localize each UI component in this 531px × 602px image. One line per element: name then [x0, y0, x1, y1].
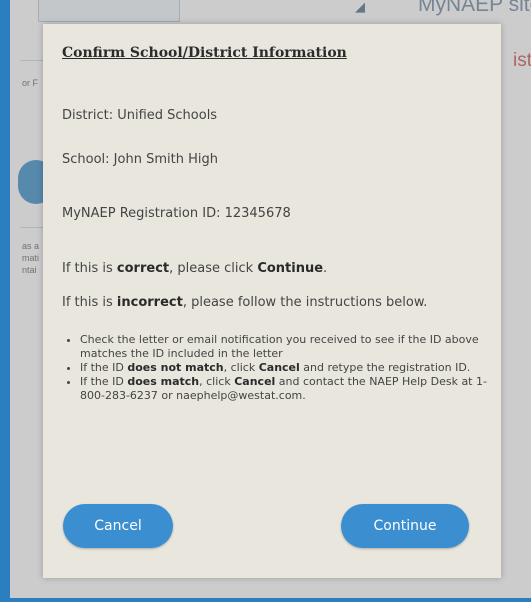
text-fragment: , click: [223, 361, 259, 374]
text-fragment: If the ID: [80, 361, 128, 374]
registration-id-text: MyNAEP Registration ID: 12345678: [62, 206, 291, 221]
correct-instruction: If this is correct, please click Continu…: [62, 261, 327, 276]
text-emphasis: does not match: [127, 361, 224, 374]
text-emphasis: incorrect: [116, 295, 183, 310]
text-fragment: Check the letter or email notification y…: [80, 333, 479, 360]
text-emphasis: Cancel: [234, 375, 276, 388]
text-fragment: If the ID: [80, 375, 128, 388]
cancel-button[interactable]: Cancel: [63, 504, 173, 548]
text-fragment: , please click: [169, 261, 258, 276]
text-fragment: If this is: [62, 295, 117, 310]
continue-button[interactable]: Continue: [341, 504, 469, 548]
dialog-title: Confirm School/District Information: [62, 45, 347, 61]
school-text: School: John Smith High: [62, 152, 218, 167]
text-emphasis: Continue: [257, 261, 324, 276]
text-fragment: .: [323, 261, 328, 276]
district-text: District: Unified Schools: [62, 108, 218, 123]
text-emphasis: correct: [116, 261, 170, 276]
list-item: If the ID does not match, click Cancel a…: [80, 361, 500, 375]
text-fragment: If this is: [62, 261, 117, 276]
confirm-dialog: Confirm School/District Information Dist…: [43, 24, 501, 578]
list-item: Check the letter or email notification y…: [80, 333, 500, 361]
text-fragment: , click: [199, 375, 235, 388]
list-item: If the ID does match, click Cancel and c…: [80, 375, 500, 403]
text-fragment: , please follow the instructions below.: [182, 295, 428, 310]
text-emphasis: does match: [127, 375, 200, 388]
text-emphasis: Cancel: [258, 361, 300, 374]
incorrect-instruction: If this is incorrect, please follow the …: [62, 295, 427, 310]
instruction-list: Check the letter or email notification y…: [62, 333, 500, 403]
text-fragment: and retype the registration ID.: [299, 361, 471, 374]
